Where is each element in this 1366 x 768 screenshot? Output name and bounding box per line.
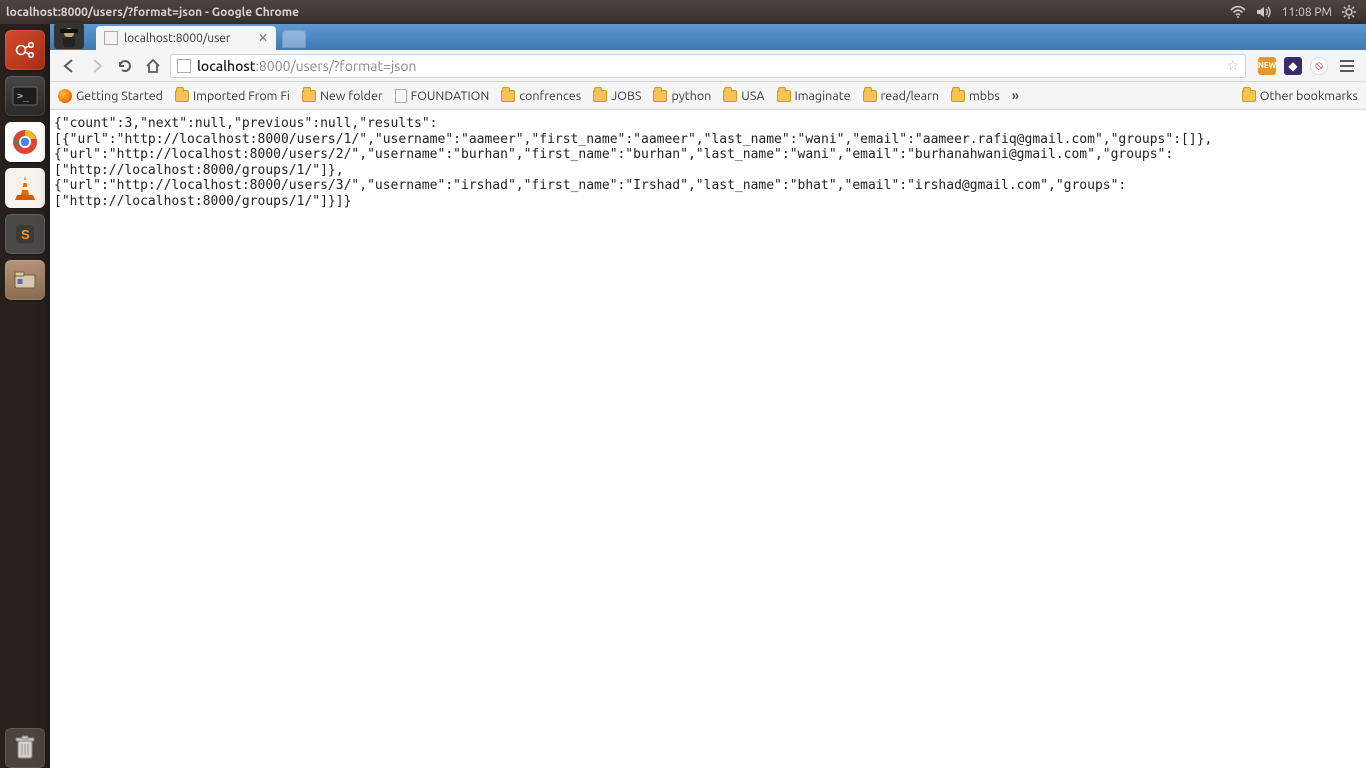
bookmark-label: python bbox=[671, 89, 711, 103]
extension-purple-icon[interactable]: ◆ bbox=[1284, 57, 1302, 75]
folder-icon bbox=[593, 90, 607, 102]
bookmark-foundation[interactable]: FOUNDATION bbox=[395, 89, 490, 103]
bookmark-label: USA bbox=[741, 89, 764, 103]
bookmark-label: New folder bbox=[320, 89, 383, 103]
folder-icon bbox=[951, 90, 965, 102]
url-rest: :8000/users/?format=json bbox=[255, 58, 416, 74]
extension-red-icon[interactable]: ⦸ bbox=[1310, 57, 1328, 75]
bookmarks-bar: Getting Started Imported From Fi New fol… bbox=[50, 82, 1366, 110]
address-bar[interactable]: localhost:8000/users/?format=json ☆ bbox=[170, 54, 1246, 78]
clock-text[interactable]: 11:08 PM bbox=[1282, 6, 1332, 19]
bookmark-star-icon[interactable]: ☆ bbox=[1226, 57, 1239, 74]
back-button[interactable] bbox=[58, 55, 80, 77]
bookmark-imported[interactable]: Imported From Fi bbox=[175, 89, 290, 103]
bookmark-label: Other bookmarks bbox=[1260, 89, 1358, 103]
home-button[interactable] bbox=[142, 55, 164, 77]
tab-strip: localhost:8000/user ✕ bbox=[50, 24, 1366, 50]
bookmark-label: mbbs bbox=[969, 89, 1000, 103]
launcher-vlc-icon[interactable] bbox=[5, 168, 45, 208]
folder-icon bbox=[863, 90, 877, 102]
tab-title: localhost:8000/user bbox=[124, 32, 252, 45]
profile-avatar-icon[interactable] bbox=[47, 21, 91, 51]
folder-icon bbox=[302, 90, 316, 102]
site-favicon-icon bbox=[177, 59, 191, 73]
other-bookmarks[interactable]: Other bookmarks bbox=[1242, 89, 1358, 103]
bookmark-imaginate[interactable]: Imaginate bbox=[777, 89, 851, 103]
folder-icon bbox=[501, 90, 515, 102]
svg-text:S: S bbox=[21, 227, 30, 242]
launcher-trash-icon[interactable] bbox=[5, 728, 45, 768]
chrome-window: localhost:8000/user ✕ localhost:8000/use… bbox=[50, 24, 1366, 768]
bookmark-mbbs[interactable]: mbbs bbox=[951, 89, 1000, 103]
unity-launcher: >_ S bbox=[0, 24, 50, 768]
bookmark-label: FOUNDATION bbox=[411, 89, 490, 103]
bookmark-label: Imported From Fi bbox=[193, 89, 290, 103]
forward-button[interactable] bbox=[86, 55, 108, 77]
browser-tab[interactable]: localhost:8000/user ✕ bbox=[96, 26, 276, 50]
extension-new-icon[interactable]: NEW bbox=[1258, 57, 1276, 75]
launcher-chrome-icon[interactable] bbox=[5, 122, 45, 162]
window-title: localhost:8000/users/?format=json - Goog… bbox=[6, 6, 299, 19]
page-icon bbox=[395, 89, 407, 103]
ubuntu-panel: localhost:8000/users/?format=json - Goog… bbox=[0, 0, 1366, 24]
url-host: localhost bbox=[197, 58, 255, 74]
bookmark-new-folder[interactable]: New folder bbox=[302, 89, 383, 103]
page-json-body: {"count":3,"next":null,"previous":null,"… bbox=[50, 110, 1366, 768]
bookmark-label: JOBS bbox=[611, 89, 641, 103]
bookmark-getting-started[interactable]: Getting Started bbox=[58, 89, 163, 103]
bookmark-label: read/learn bbox=[881, 89, 939, 103]
bookmark-label: Imaginate bbox=[795, 89, 851, 103]
wifi-icon[interactable] bbox=[1230, 6, 1246, 18]
folder-icon bbox=[175, 90, 189, 102]
firefox-icon bbox=[58, 89, 72, 103]
bookmarks-overflow-button[interactable]: » bbox=[1012, 89, 1019, 103]
bookmark-label: Getting Started bbox=[76, 89, 163, 103]
folder-icon bbox=[777, 90, 791, 102]
launcher-sublime-icon[interactable]: S bbox=[5, 214, 45, 254]
folder-icon bbox=[653, 90, 667, 102]
bookmark-jobs[interactable]: JOBS bbox=[593, 89, 641, 103]
bookmark-label: confrences bbox=[519, 89, 581, 103]
launcher-terminal-icon[interactable]: >_ bbox=[5, 76, 45, 116]
new-tab-button[interactable] bbox=[282, 30, 306, 48]
volume-icon[interactable] bbox=[1256, 6, 1272, 18]
launcher-dash-icon[interactable] bbox=[5, 30, 45, 70]
bookmark-usa[interactable]: USA bbox=[723, 89, 764, 103]
bookmark-confrences[interactable]: confrences bbox=[501, 89, 581, 103]
chevron-double-right-icon: » bbox=[1012, 89, 1019, 103]
folder-icon bbox=[723, 90, 737, 102]
reload-button[interactable] bbox=[114, 55, 136, 77]
tab-favicon-icon bbox=[104, 31, 118, 45]
bookmark-read-learn[interactable]: read/learn bbox=[863, 89, 939, 103]
folder-icon bbox=[1242, 90, 1256, 102]
chrome-menu-button[interactable] bbox=[1336, 55, 1358, 77]
launcher-files-icon[interactable] bbox=[5, 260, 45, 300]
tab-close-icon[interactable]: ✕ bbox=[258, 31, 268, 45]
svg-text:>_: >_ bbox=[17, 91, 30, 102]
bookmark-python[interactable]: python bbox=[653, 89, 711, 103]
gear-icon[interactable] bbox=[1342, 5, 1356, 19]
browser-toolbar: localhost:8000/users/?format=json ☆ NEW … bbox=[50, 50, 1366, 82]
